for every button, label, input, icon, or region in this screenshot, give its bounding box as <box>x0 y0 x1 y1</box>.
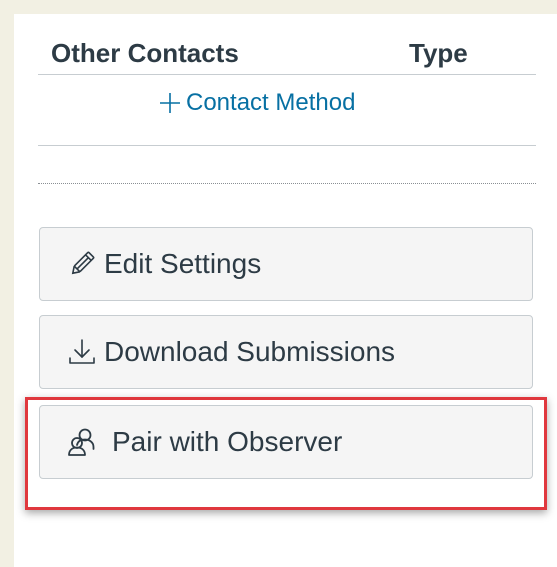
section-divider <box>38 183 536 184</box>
download-submissions-button[interactable]: Download Submissions <box>39 315 533 389</box>
profile-sidebar-panel: Other Contacts Type Contact Method Edit … <box>14 14 557 567</box>
edit-settings-label: Edit Settings <box>104 248 262 279</box>
pair-with-observer-button[interactable]: Pair with Observer <box>39 405 533 479</box>
add-contact-method-link[interactable]: Contact Method <box>158 89 355 117</box>
pair-with-observer-label: Pair with Observer <box>112 426 343 457</box>
other-contacts-column-header: Other Contacts <box>51 38 239 68</box>
download-icon <box>69 339 95 364</box>
download-submissions-label: Download Submissions <box>104 336 396 367</box>
type-column-header: Type <box>409 38 468 68</box>
pencil-icon <box>71 251 95 275</box>
other-contacts-table-header: Other Contacts Type <box>38 34 536 75</box>
contact-method-row: Contact Method <box>38 75 536 146</box>
edit-settings-button[interactable]: Edit Settings <box>39 227 533 301</box>
plus-icon <box>160 93 180 113</box>
people-icon <box>68 428 95 456</box>
add-contact-method-label: Contact Method <box>186 89 356 116</box>
